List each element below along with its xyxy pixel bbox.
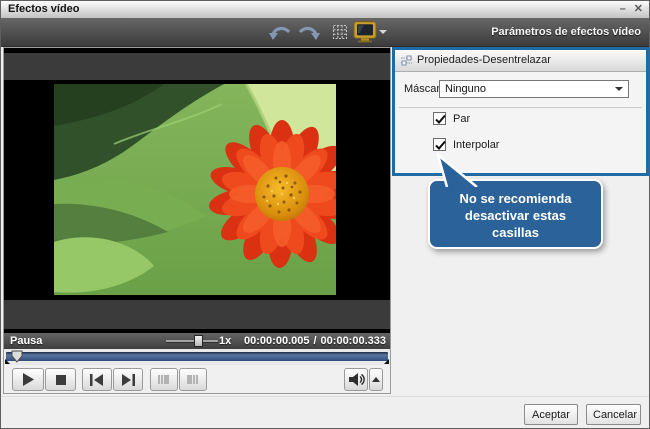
undo-icon[interactable] [267, 18, 293, 46]
chevron-down-icon [615, 87, 623, 91]
title-bar: Efectos vídeo – ✕ [1, 1, 649, 19]
mask-dropdown[interactable]: Ninguno [439, 80, 629, 98]
par-checkbox-label: Par [453, 113, 470, 125]
seek-thumb[interactable] [11, 350, 24, 363]
previous-frame-icon [90, 374, 104, 386]
time-separator: / [313, 335, 316, 347]
mask-dropdown-value: Ninguno [445, 81, 486, 97]
next-frame-button[interactable] [113, 368, 143, 391]
speed-slider-track[interactable] [166, 340, 218, 343]
stop-icon [56, 375, 66, 385]
callout-line-2: desactivar estas [430, 207, 601, 224]
playback-status: Pausa [10, 333, 42, 349]
letterbox-bottom [4, 300, 390, 329]
volume-popup-button[interactable] [369, 368, 383, 391]
next-frame-icon [121, 374, 135, 386]
seek-area [4, 349, 390, 365]
time-display: 00:00:00.005 / 00:00:00.333 [244, 333, 386, 349]
speaker-icon [348, 372, 365, 387]
interpolar-checkbox-label: Interpolar [453, 139, 499, 151]
grid-icon[interactable] [330, 18, 350, 46]
callout-line-3: casillas [430, 224, 601, 241]
stop-button[interactable] [45, 368, 76, 391]
redo-icon[interactable] [296, 18, 322, 46]
callout-tail [429, 153, 485, 187]
effects-video-dialog: Efectos vídeo – ✕ [0, 0, 650, 429]
video-frame-flower [54, 84, 336, 295]
checkbox-row-interpolar[interactable]: Interpolar [433, 138, 499, 151]
up-arrow-icon [372, 377, 380, 382]
playback-status-bar: Pausa 1x 00:00:00.005 / 00:00:00.333 [4, 333, 390, 349]
video-screen [4, 48, 390, 333]
interpolar-checkbox[interactable] [433, 138, 446, 151]
callout-tooltip: No se recomienda desactivar estas casill… [428, 179, 603, 249]
cancel-button[interactable]: Cancelar [586, 404, 641, 425]
panel-heading: Parámetros de efectos vídeo [491, 18, 641, 46]
time-current: 00:00:00.005 [244, 335, 309, 347]
monitor-dropdown-arrow[interactable] [377, 18, 389, 46]
properties-header: Propiedades-Desentrelazar [395, 50, 646, 72]
time-total: 00:00:00.333 [321, 335, 386, 347]
letterbox-top [4, 53, 390, 80]
check-icon [434, 113, 447, 126]
step-back-button[interactable] [150, 368, 178, 391]
par-checkbox[interactable] [433, 112, 446, 125]
trim-marker-right [384, 359, 389, 364]
check-icon [434, 139, 447, 152]
close-button[interactable]: ✕ [634, 2, 643, 16]
accept-button[interactable]: Aceptar [524, 404, 578, 425]
separator [399, 107, 642, 108]
preview-pane: Pausa 1x 00:00:00.005 / 00:00:00.333 [3, 47, 391, 394]
trim-marker-left [5, 359, 10, 364]
properties-title: Propiedades-Desentrelazar [417, 50, 551, 71]
play-icon [23, 373, 34, 386]
volume-button[interactable] [344, 368, 368, 391]
transport-bar [4, 365, 390, 393]
toolbar: Parámetros de efectos vídeo [1, 18, 649, 47]
speed-slider-handle[interactable] [194, 335, 203, 347]
play-button[interactable] [12, 368, 44, 391]
step-forward-icon [187, 373, 200, 386]
step-back-icon [158, 373, 171, 386]
monitor-icon[interactable] [352, 18, 378, 46]
seek-bar[interactable] [6, 352, 388, 361]
properties-icon [400, 54, 413, 67]
checkbox-row-par[interactable]: Par [433, 112, 470, 125]
minimize-button[interactable]: – [620, 2, 626, 16]
callout-line-1: No se recomienda [430, 190, 601, 207]
window-title: Efectos vídeo [8, 3, 80, 15]
step-forward-button[interactable] [179, 368, 207, 391]
speed-value: 1x [219, 333, 231, 349]
previous-frame-button[interactable] [82, 368, 112, 391]
bottom-bar: Aceptar Cancelar [1, 396, 649, 429]
